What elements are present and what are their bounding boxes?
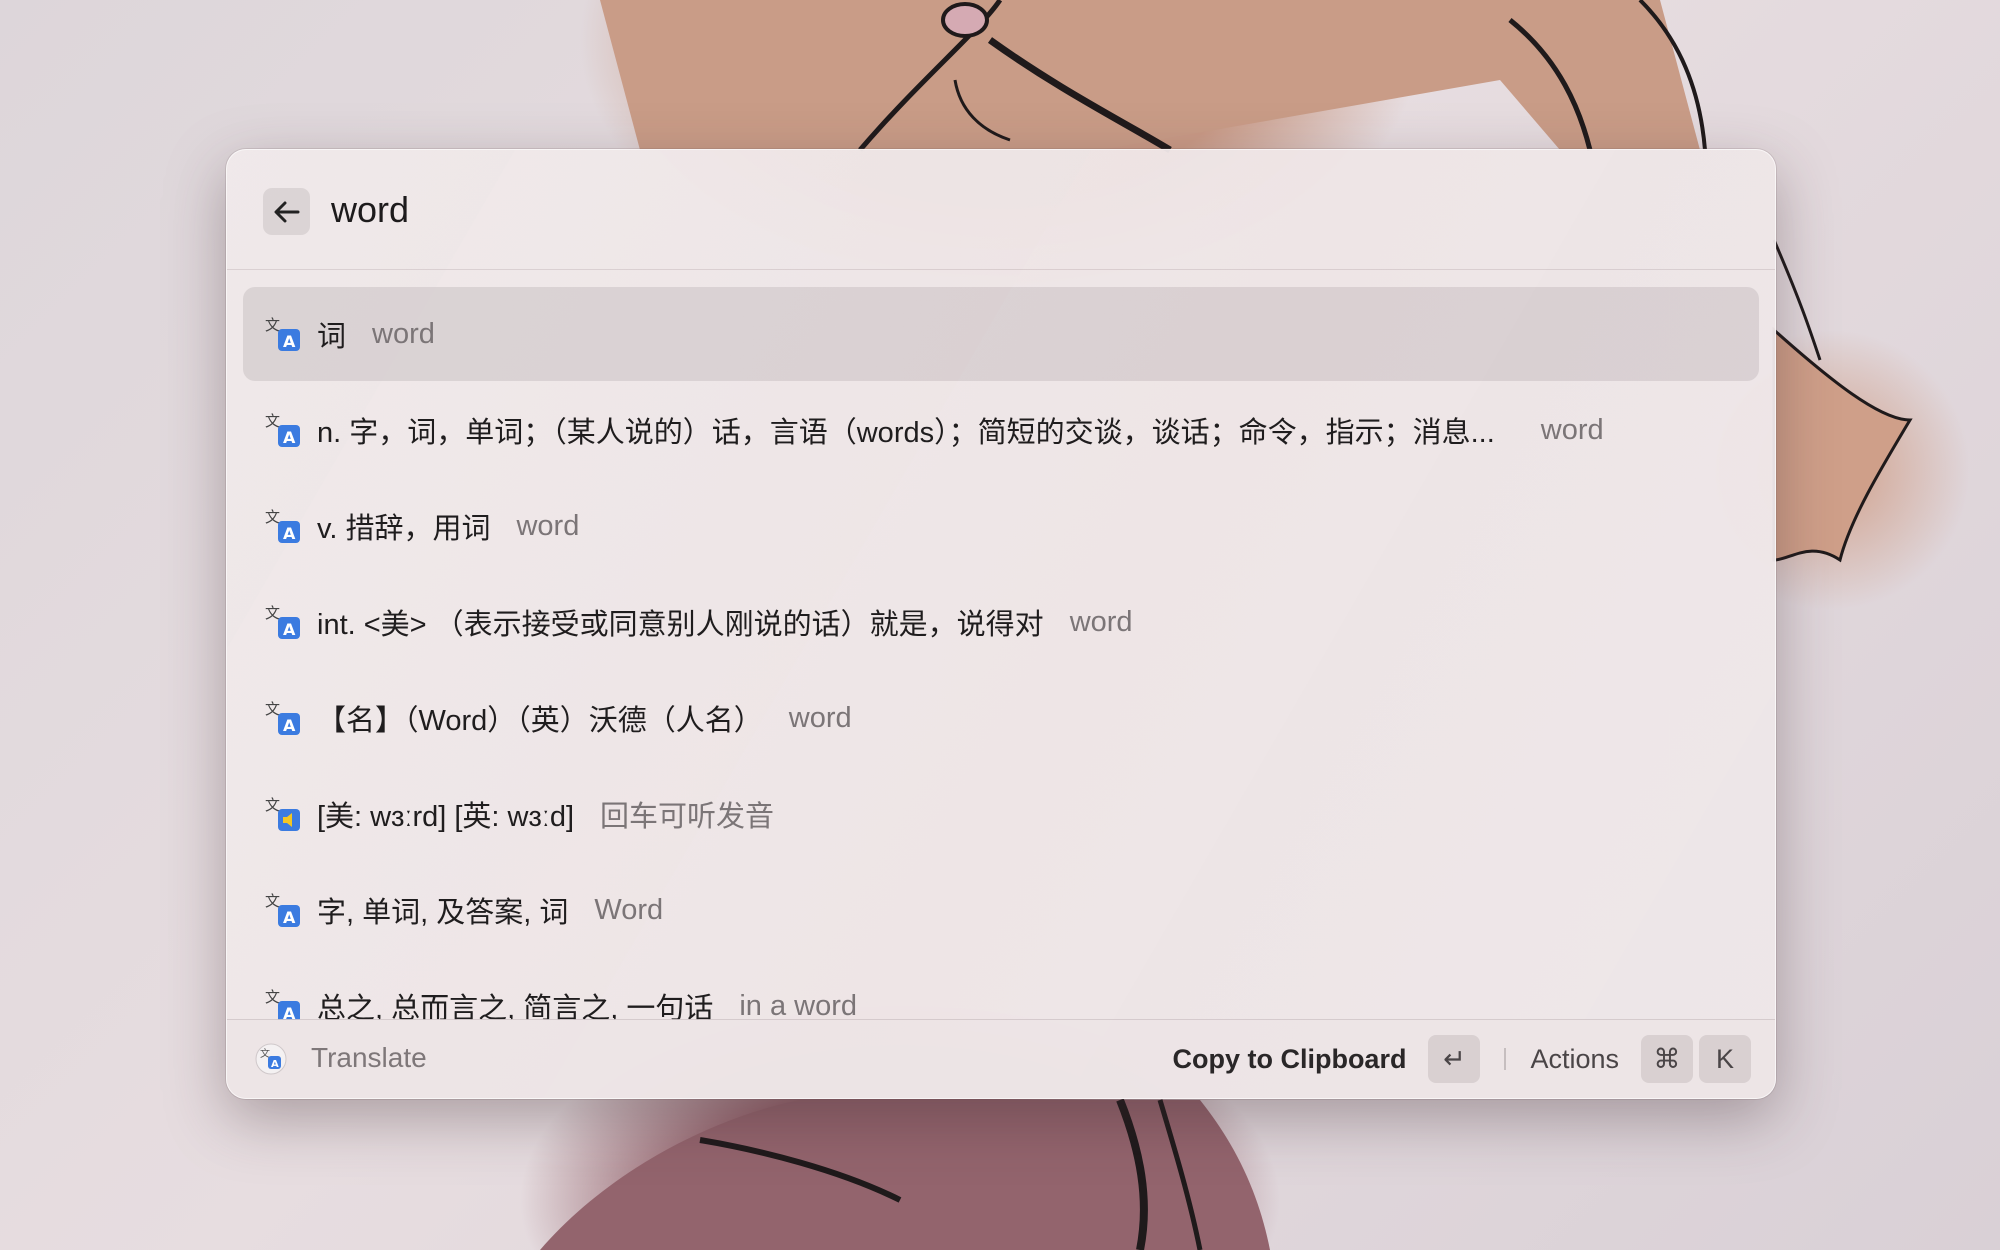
translate-icon: 文 A	[265, 700, 300, 735]
svg-text:文: 文	[265, 988, 280, 1006]
result-title: int. <美> （表示接受或同意别人刚说的话）就是，说得对	[317, 609, 1044, 641]
translate-icon: 文 A	[265, 508, 300, 543]
result-title: 词	[317, 321, 347, 353]
svg-text:A: A	[283, 620, 296, 639]
result-subtitle: word	[372, 317, 435, 350]
pronunciation-icon: 文	[265, 796, 300, 831]
launcher-window: 文 A 词 word 文 A n. 字，词，单词；（某人说的）话，言语（word…	[226, 149, 1776, 1099]
actions-button[interactable]: Actions	[1530, 1044, 1619, 1075]
svg-text:A: A	[271, 1059, 279, 1070]
svg-text:文: 文	[265, 508, 280, 526]
result-row[interactable]: 文 A 字, 单词, 及答案, 词 Word	[243, 863, 1759, 957]
result-subtitle: word	[788, 701, 852, 734]
svg-text:文: 文	[265, 316, 280, 334]
arrow-left-icon	[274, 201, 299, 222]
svg-text:A: A	[283, 524, 296, 543]
result-subtitle: word	[516, 509, 580, 542]
svg-text:A: A	[283, 716, 296, 735]
search-input[interactable]	[331, 184, 1531, 236]
translate-icon: 文 A	[265, 316, 300, 351]
result-subtitle: in a word	[739, 989, 858, 1021]
svg-text:文: 文	[265, 796, 280, 814]
result-row[interactable]: 文 [美: wɜːrd] [英: wɜːd] 回车可听发音	[243, 767, 1759, 861]
svg-text:A: A	[283, 332, 296, 351]
copy-to-clipboard-button[interactable]: Copy to Clipboard	[1172, 1044, 1406, 1075]
action-bar: 文 A Translate Copy to Clipboard ↵ Action…	[227, 1019, 1775, 1098]
footer-actions: Copy to Clipboard ↵ Actions ⌘ K	[1172, 1035, 1751, 1083]
translate-icon: 文 A	[265, 892, 300, 927]
k-key-hint: K	[1699, 1035, 1751, 1083]
translate-app-icon: 文 A	[255, 1043, 287, 1075]
translate-icon: 文 A	[265, 412, 300, 447]
translate-icon: 文 A	[265, 604, 300, 639]
result-subtitle: word	[1540, 413, 1604, 446]
svg-text:A: A	[283, 908, 296, 927]
result-row[interactable]: 文 A 【名】（Word）（英）沃德（人名） word	[243, 671, 1759, 765]
footer-divider	[1504, 1048, 1507, 1070]
result-subtitle: word	[1069, 605, 1133, 638]
result-title: v. 措辞，用词	[317, 513, 491, 545]
svg-text:文: 文	[265, 892, 280, 910]
back-button[interactable]	[263, 188, 310, 235]
result-subtitle: 回车可听发音	[600, 801, 775, 833]
svg-text:文: 文	[265, 700, 280, 718]
result-row[interactable]: 文 A v. 措辞，用词 word	[243, 479, 1759, 573]
return-key-hint: ↵	[1428, 1035, 1481, 1083]
result-title: 【名】（Word）（英）沃德（人名）	[317, 705, 763, 737]
svg-text:文: 文	[265, 412, 280, 430]
result-title: 总之, 总而言之, 简言之, 一句话	[317, 993, 714, 1020]
svg-text:A: A	[283, 1004, 296, 1020]
svg-text:文: 文	[265, 604, 280, 622]
search-bar	[227, 150, 1775, 270]
result-subtitle: Word	[594, 893, 664, 926]
result-row[interactable]: 文 A 总之, 总而言之, 简言之, 一句话 in a word	[243, 959, 1759, 1020]
result-row[interactable]: 文 A n. 字，词，单词；（某人说的）话，言语（words）；简短的交谈，谈话…	[243, 383, 1759, 477]
result-title: n. 字，词，单词；（某人说的）话，言语（words）；简短的交谈，谈话；命令，…	[317, 417, 1495, 449]
extension-name: Translate	[311, 1042, 427, 1073]
results-list: 文 A 词 word 文 A n. 字，词，单词；（某人说的）话，言语（word…	[243, 287, 1759, 1020]
command-key-hint: ⌘	[1641, 1035, 1693, 1083]
result-row[interactable]: 文 A int. <美> （表示接受或同意别人刚说的话）就是，说得对 word	[243, 575, 1759, 669]
result-title: 字, 单词, 及答案, 词	[317, 897, 569, 929]
result-row[interactable]: 文 A 词 word	[243, 287, 1759, 381]
svg-text:A: A	[283, 428, 296, 447]
translate-icon: 文 A	[265, 988, 300, 1020]
result-title: [美: wɜːrd] [英: wɜːd]	[317, 801, 575, 833]
